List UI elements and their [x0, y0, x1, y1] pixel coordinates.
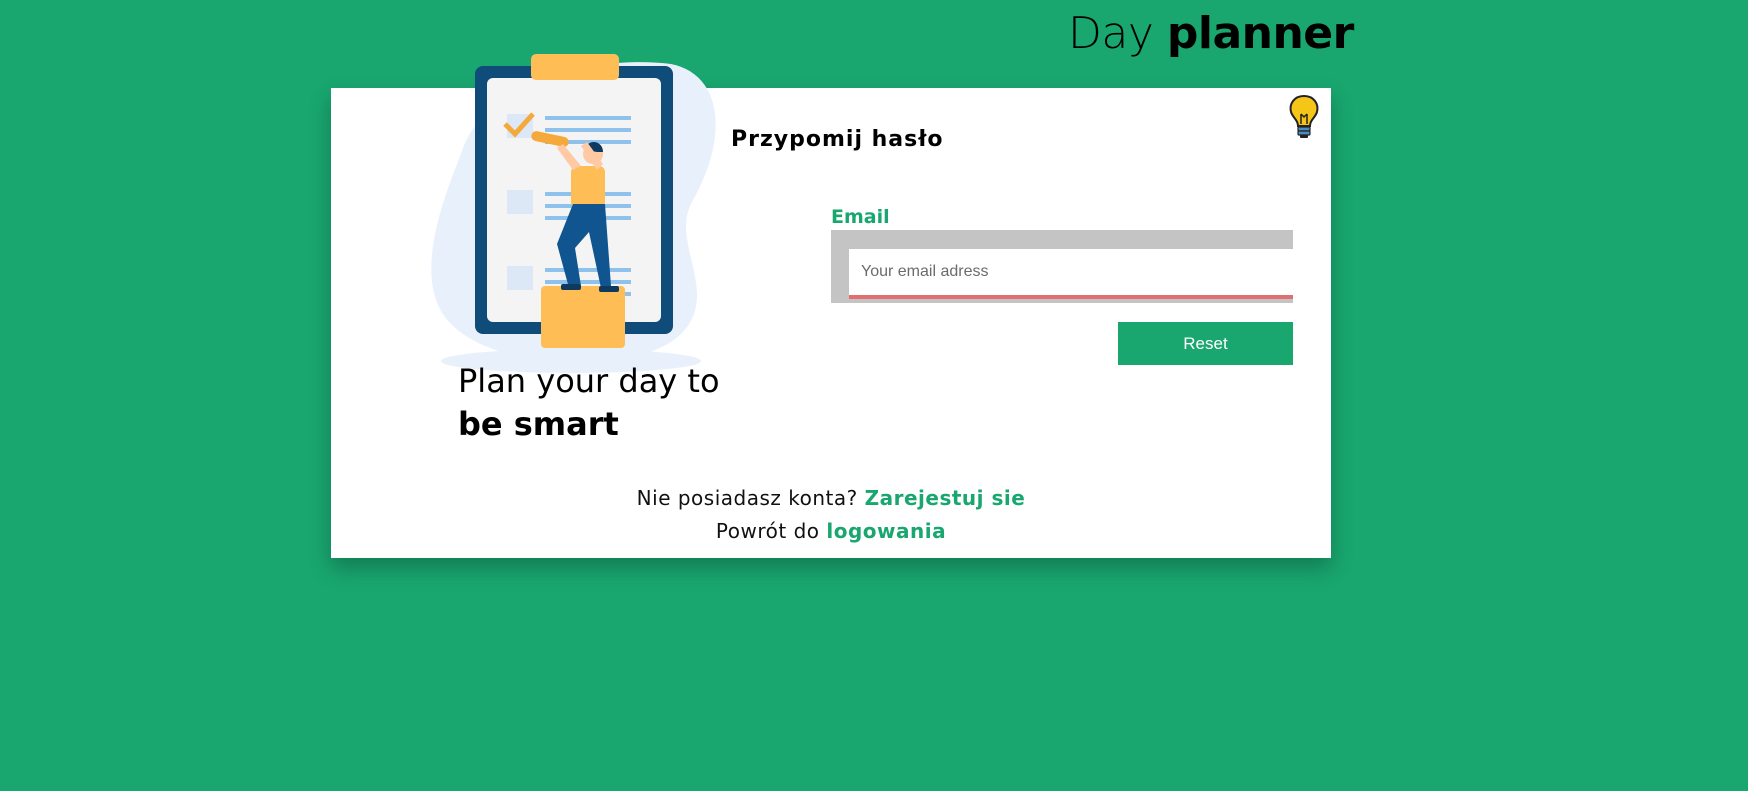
tagline-line-1: Plan your day to — [458, 362, 720, 400]
login-link[interactable]: logowania — [826, 519, 946, 543]
login-prompt-text: Powrót do — [715, 519, 820, 543]
form-title: Przypomij hasło — [731, 127, 944, 152]
reset-button[interactable]: Reset — [1118, 322, 1293, 365]
email-input[interactable] — [849, 249, 1293, 299]
register-link[interactable]: Zarejestuj sie — [865, 486, 1026, 510]
register-prompt-text: Nie posiadasz konta? — [636, 486, 858, 510]
email-input-frame — [831, 230, 1293, 303]
email-label: Email — [831, 206, 890, 228]
login-prompt-line: Powrót do logowania — [331, 519, 1331, 543]
app-title: Day planner — [1068, 8, 1354, 59]
tagline: Plan your day to be smart — [458, 360, 720, 446]
clipboard-illustration — [431, 54, 716, 373]
tagline-line-2: be smart — [458, 405, 619, 443]
app-title-bold: planner — [1166, 8, 1354, 59]
lightbulb-icon[interactable] — [1287, 94, 1321, 140]
app-title-light: Day — [1068, 8, 1154, 59]
register-prompt-line: Nie posiadasz konta? Zarejestuj sie — [331, 486, 1331, 510]
